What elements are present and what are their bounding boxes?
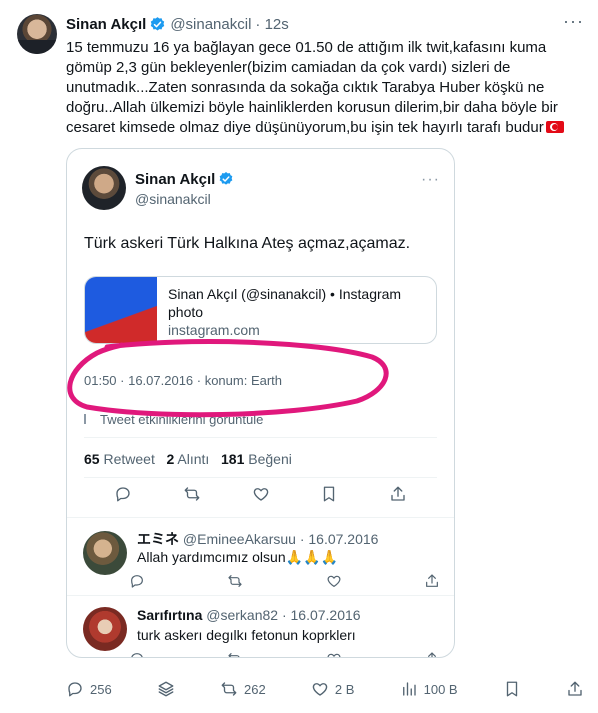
like-icon bbox=[326, 651, 342, 657]
reply-header: Sarıfırtına @serkan82 · 16.07.2016 bbox=[137, 607, 361, 623]
screenshot-author-avatar bbox=[82, 166, 126, 210]
reply-icon bbox=[129, 651, 145, 657]
reply-action-bar bbox=[129, 651, 440, 657]
reply-button[interactable]: 256 bbox=[66, 680, 112, 698]
reply-item: エミネ @EmineeAkarsuu · 16.07.2016 Allah ya… bbox=[67, 525, 454, 595]
views-chart-icon bbox=[402, 682, 416, 696]
author-name[interactable]: Sinan Akçıl bbox=[66, 16, 146, 33]
engagements-link: Tweet etkinliklerini görüntüle bbox=[84, 412, 263, 427]
bookmark-button[interactable] bbox=[503, 680, 521, 698]
share-icon bbox=[389, 485, 407, 511]
retweet-icon bbox=[227, 573, 243, 593]
screenshot-stats: 65 Retweet 2 Alıntı 181 Beğeni bbox=[84, 451, 292, 467]
verified-badge-icon bbox=[219, 172, 233, 185]
card-thumbnail bbox=[85, 277, 157, 343]
reply-icon bbox=[114, 485, 132, 511]
reply-item: Sarıfırtına @serkan82 · 16.07.2016 turk … bbox=[67, 601, 454, 657]
reply-icon bbox=[129, 573, 145, 593]
reply-avatar bbox=[83, 531, 127, 575]
card-title: Sinan Akçıl (@sinanakcil) • Instagram ph… bbox=[168, 286, 402, 320]
share-icon bbox=[424, 573, 440, 593]
card-text: Sinan Akçıl (@sinanakcil) • Instagram ph… bbox=[168, 285, 430, 339]
like-button[interactable]: 2 B bbox=[311, 680, 355, 698]
divider bbox=[67, 517, 454, 518]
bookmark-icon bbox=[320, 485, 338, 511]
reply-count: 256 bbox=[90, 681, 112, 697]
divider bbox=[84, 437, 437, 438]
reply-icon bbox=[68, 682, 82, 697]
views-count: 100 B bbox=[423, 681, 458, 697]
turkey-flag-icon bbox=[545, 121, 564, 133]
divider bbox=[84, 477, 437, 478]
tweet-header: Sinan Akçıl @sinanakcil · 12s bbox=[66, 14, 584, 34]
reply-text: Allah yardımcımız olsun🙏🙏🙏 bbox=[137, 549, 338, 565]
author-handle[interactable]: @sinanakcil bbox=[170, 16, 251, 33]
reply-text: turk askerı degılkı fetonun koprklerı bbox=[137, 627, 356, 643]
tweet-action-bar: 256 262 2 B 100 B bbox=[66, 678, 584, 700]
grok-button[interactable] bbox=[157, 680, 175, 698]
heart-icon bbox=[312, 683, 328, 696]
tweet-text: 15 temmuzu 16 ya bağlayan gece 01.50 de … bbox=[66, 38, 584, 138]
retweet-icon bbox=[183, 485, 201, 511]
attached-image[interactable]: Sinan Akçıl @sinanakcil ··· Türk askeri … bbox=[66, 148, 455, 658]
screenshot-author-name: Sinan Akçıl bbox=[135, 171, 234, 188]
instagram-link-card: Sinan Akçıl (@sinanakcil) • Instagram ph… bbox=[84, 276, 437, 344]
views-button[interactable]: 100 B bbox=[400, 680, 458, 698]
retweet-icon bbox=[227, 651, 243, 657]
screenshot-author-handle: @sinanakcil bbox=[135, 191, 211, 207]
layers-icon bbox=[158, 681, 174, 697]
like-count: 2 B bbox=[334, 681, 355, 697]
tweet-text-body: 15 temmuzu 16 ya bağlayan gece 01.50 de … bbox=[66, 39, 558, 136]
like-icon bbox=[326, 573, 342, 593]
screenshot-more-icon: ··· bbox=[421, 171, 440, 188]
share-icon bbox=[424, 651, 440, 657]
divider bbox=[67, 595, 454, 596]
more-options-icon[interactable]: ··· bbox=[563, 12, 584, 30]
retweet-button[interactable]: 262 bbox=[220, 680, 266, 698]
verified-badge-icon bbox=[151, 16, 165, 31]
like-icon bbox=[252, 485, 270, 511]
reply-header: エミネ @EmineeAkarsuu · 16.07.2016 bbox=[137, 531, 379, 547]
share-button[interactable] bbox=[566, 680, 584, 698]
card-domain: instagram.com bbox=[168, 322, 260, 338]
screenshot-action-bar bbox=[84, 485, 437, 511]
analytics-icon bbox=[84, 414, 96, 424]
screenshot-timestamp: 01:50 · 16.07.2016 · konum: Earth bbox=[84, 373, 283, 388]
screenshot-tweet-text: Türk askeri Türk Halkına Ateş açmaz,açam… bbox=[84, 235, 411, 252]
post-time[interactable]: · 12s bbox=[255, 16, 288, 33]
retweet-count: 262 bbox=[244, 681, 266, 697]
share-icon bbox=[568, 681, 582, 696]
reply-action-bar bbox=[129, 573, 440, 593]
retweet-icon bbox=[221, 682, 237, 696]
author-avatar[interactable] bbox=[17, 14, 57, 54]
reply-avatar bbox=[83, 607, 127, 651]
tweet: Sinan Akçıl @sinanakcil · 12s ··· 15 tem… bbox=[0, 0, 598, 713]
bookmark-icon bbox=[506, 681, 517, 697]
